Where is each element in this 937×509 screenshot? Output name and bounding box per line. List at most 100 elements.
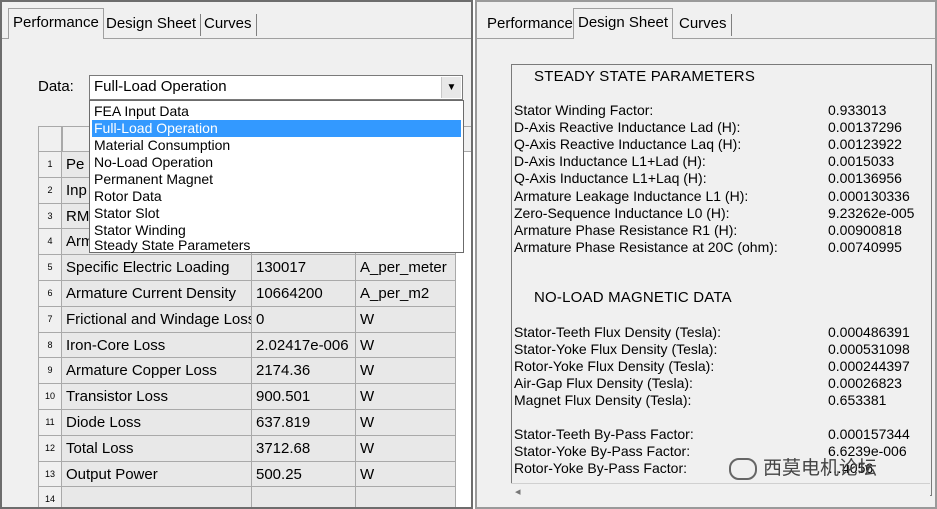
- scroll-left-icon[interactable]: ◂: [515, 485, 521, 498]
- parameter-value: 0.000157344: [828, 426, 910, 442]
- chevron-down-icon[interactable]: ▼: [441, 77, 461, 98]
- table-cell-name[interactable]: Iron-Core Loss: [62, 332, 252, 359]
- row-number[interactable]: 7: [38, 306, 62, 333]
- parameter-value: 0.0015033: [828, 153, 895, 170]
- table-cell-name[interactable]: Transistor Loss: [62, 384, 252, 410]
- dropdown-option[interactable]: Permanent Magnet: [92, 171, 461, 188]
- row-number[interactable]: 4: [38, 229, 62, 256]
- parameter-value: 0.00137296: [828, 119, 902, 136]
- table-cell-value[interactable]: 637.819: [252, 410, 356, 436]
- parameter-name: Armature Leakage Inductance L1 (H):: [514, 187, 749, 204]
- parameter-name: Armature Phase Resistance at 20C (ohm):: [514, 238, 778, 255]
- tab-design-sheet[interactable]: Design Sheet: [102, 14, 202, 36]
- table-cell-unit[interactable]: W: [356, 358, 456, 385]
- row-number[interactable]: 13: [38, 461, 62, 488]
- tab-performance[interactable]: Performance: [8, 8, 104, 39]
- dropdown-option[interactable]: FEA Input Data: [92, 103, 461, 120]
- table-cell-value[interactable]: 130017: [252, 255, 356, 281]
- tab-strip: Performance Design Sheet Curves: [477, 2, 935, 39]
- parameter-name: Armature Phase Resistance R1 (H):: [514, 221, 738, 238]
- table-cell-value[interactable]: 3712.68: [252, 435, 356, 462]
- dropdown-option[interactable]: No-Load Operation: [92, 154, 461, 171]
- row-number[interactable]: 2: [38, 177, 62, 204]
- table-cell-name[interactable]: Total Loss: [62, 435, 252, 462]
- table-cell-value[interactable]: 500.25: [252, 461, 356, 488]
- table-cell-unit[interactable]: [356, 487, 456, 507]
- table-cell-value[interactable]: 900.501: [252, 384, 356, 410]
- table-cell-unit[interactable]: W: [356, 384, 456, 410]
- table-cell-name[interactable]: Armature Copper Loss: [62, 358, 252, 385]
- parameter-name: Rotor-Yoke By-Pass Factor:: [514, 460, 687, 477]
- table-cell-name[interactable]: [62, 487, 252, 507]
- table-cell-value[interactable]: 2.02417e-006: [252, 332, 356, 359]
- design-sheet-panel-right: Performance Design Sheet Curves STEADY S…: [475, 0, 937, 509]
- parameter-name: Zero-Sequence Inductance L0 (H):: [514, 204, 730, 221]
- parameter-name: D-Axis Reactive Inductance Lad (H):: [514, 119, 741, 136]
- row-number[interactable]: 3: [38, 203, 62, 230]
- row-number[interactable]: 11: [38, 410, 62, 436]
- table-cell-value[interactable]: [252, 487, 356, 507]
- parameter-value: 0.933013: [828, 102, 887, 118]
- tab-performance[interactable]: Performance: [483, 14, 578, 36]
- parameter-value: 0.00740995: [828, 238, 902, 255]
- table-cell-unit[interactable]: W: [356, 461, 456, 488]
- dropdown-option[interactable]: Material Consumption: [92, 137, 461, 154]
- row-number[interactable]: 5: [38, 255, 62, 281]
- dropdown-option-selected[interactable]: Full-Load Operation: [92, 120, 461, 137]
- parameter-name: D-Axis Inductance L1+Lad (H):: [514, 153, 706, 170]
- parameter-value: 0.00026823: [828, 375, 902, 392]
- parameter-name: Air-Gap Flux Density (Tesla):: [514, 375, 693, 392]
- parameter-name: Q-Axis Inductance L1+Laq (H):: [514, 170, 707, 187]
- data-dropdown-list[interactable]: FEA Input Data Full-Load Operation Mater…: [89, 100, 464, 253]
- tab-strip: Performance Design Sheet Curves: [2, 2, 471, 39]
- data-select[interactable]: Full-Load Operation ▼: [89, 75, 463, 100]
- row-number[interactable]: 10: [38, 384, 62, 410]
- parameter-value: 0.00900818: [828, 221, 902, 238]
- table-cell-name[interactable]: Frictional and Windage Loss: [62, 306, 252, 333]
- table-cell-name[interactable]: Specific Electric Loading: [62, 255, 252, 281]
- table-cell-unit[interactable]: W: [356, 410, 456, 436]
- row-number[interactable]: 1: [38, 152, 62, 178]
- parameter-value: 0.000531098: [828, 341, 910, 358]
- row-number[interactable]: 14: [38, 487, 62, 507]
- parameter-value: 0.00136956: [828, 170, 902, 187]
- parameter-name: Magnet Flux Density (Tesla):: [514, 392, 692, 409]
- tab-curves[interactable]: Curves: [675, 14, 732, 36]
- table-cell-unit[interactable]: A_per_meter: [356, 255, 456, 281]
- parameter-name: Rotor-Yoke Flux Density (Tesla):: [514, 358, 715, 375]
- parameter-name: Stator-Teeth Flux Density (Tesla):: [514, 324, 721, 340]
- section-title-steady-state: STEADY STATE PARAMETERS: [534, 68, 756, 85]
- row-number[interactable]: 8: [38, 332, 62, 359]
- table-cell-unit[interactable]: A_per_m2: [356, 281, 456, 307]
- table-cell-value[interactable]: 2174.36: [252, 358, 356, 385]
- parameter-name: Stator-Yoke By-Pass Factor:: [514, 443, 691, 460]
- table-cell-value[interactable]: 0: [252, 306, 356, 333]
- tab-curves[interactable]: Curves: [200, 14, 257, 36]
- row-number[interactable]: 6: [38, 281, 62, 307]
- row-number[interactable]: 9: [38, 358, 62, 385]
- table-cell-unit[interactable]: W: [356, 332, 456, 359]
- table-cell-name[interactable]: Armature Current Density: [62, 281, 252, 307]
- table-cell-value[interactable]: 10664200: [252, 281, 356, 307]
- table-cell-name[interactable]: Output Power: [62, 461, 252, 488]
- corner-header: [38, 126, 62, 152]
- table-cell-unit[interactable]: W: [356, 435, 456, 462]
- parameter-value: 0.00123922: [828, 136, 902, 153]
- row-number[interactable]: 12: [38, 435, 62, 462]
- parameter-name: Stator Winding Factor:: [514, 102, 654, 118]
- tab-design-sheet[interactable]: Design Sheet: [573, 8, 674, 39]
- table-cell-unit[interactable]: W: [356, 306, 456, 333]
- parameter-value: 0.000130336: [828, 187, 910, 204]
- parameter-value: 0.000486391: [828, 324, 910, 340]
- dropdown-option[interactable]: Steady State Parameters: [92, 237, 461, 254]
- parameter-name: Q-Axis Reactive Inductance Laq (H):: [514, 136, 742, 153]
- horizontal-scrollbar[interactable]: ◂: [511, 483, 930, 502]
- table-cell-name[interactable]: Diode Loss: [62, 410, 252, 436]
- parameter-name: Stator-Teeth By-Pass Factor:: [514, 426, 694, 442]
- parameter-value: 0.000244397: [828, 358, 910, 375]
- dropdown-option[interactable]: Rotor Data: [92, 188, 461, 205]
- performance-panel-left: Performance Design Sheet Curves Data: Fu…: [0, 0, 473, 509]
- dropdown-option[interactable]: Stator Slot: [92, 205, 461, 222]
- section-title-no-load: NO-LOAD MAGNETIC DATA: [534, 289, 732, 306]
- parameter-name: Stator-Yoke Flux Density (Tesla):: [514, 341, 718, 358]
